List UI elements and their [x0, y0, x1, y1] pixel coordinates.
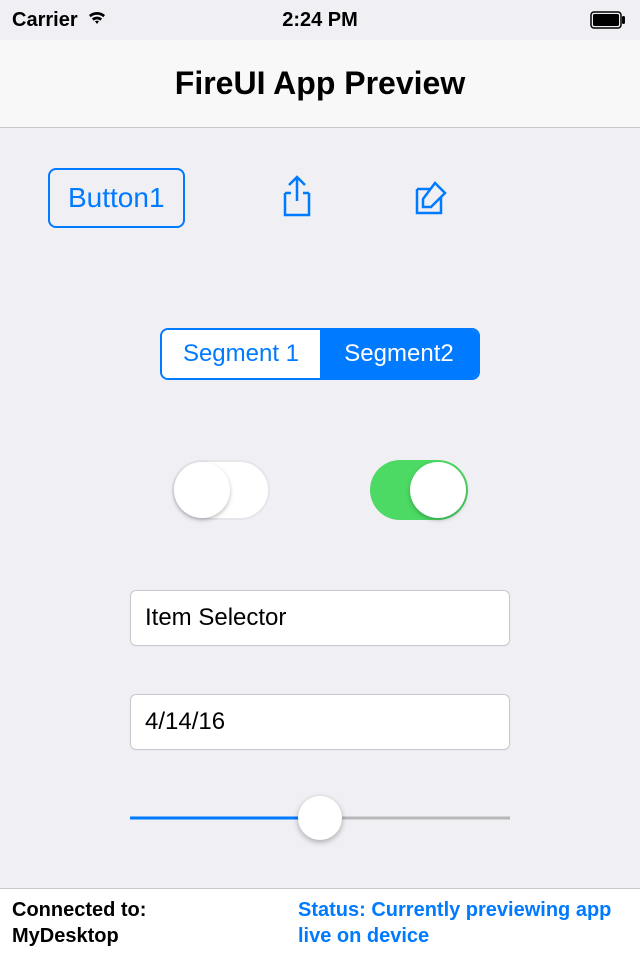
date-value: 4/14/16: [145, 708, 225, 736]
preview-status: Status: Currently previewing app live on…: [298, 897, 628, 952]
item-selector-field[interactable]: Item Selector: [130, 590, 510, 646]
segment-1[interactable]: Segment2: [320, 330, 478, 378]
carrier-label: Carrier: [12, 9, 78, 32]
compose-button[interactable]: [409, 176, 453, 220]
connected-label: Connected to:: [12, 899, 146, 921]
wifi-icon: [86, 8, 108, 32]
slider[interactable]: [130, 798, 510, 838]
switch-knob: [410, 462, 466, 518]
navigation-bar: FireUI App Preview: [0, 40, 640, 128]
share-icon: [277, 173, 317, 224]
content-area: Button1 Segment 1: [0, 128, 640, 838]
item-selector-label: Item Selector: [145, 604, 286, 632]
slider-thumb[interactable]: [298, 796, 342, 840]
toolbar-row: Button1: [48, 168, 592, 228]
status-time: 2:24 PM: [282, 9, 358, 32]
switch-left[interactable]: [172, 460, 270, 520]
page-title: FireUI App Preview: [175, 65, 465, 102]
switch-row: [48, 460, 592, 520]
switch-knob: [174, 462, 230, 518]
segment-0[interactable]: Segment 1: [162, 330, 320, 378]
status-left: Carrier: [12, 8, 108, 32]
button1[interactable]: Button1: [48, 168, 185, 228]
connection-status: Connected to: MyDesktop: [12, 897, 146, 952]
footer-bar: Connected to: MyDesktop Status: Currentl…: [0, 888, 640, 960]
battery-icon: [590, 11, 628, 29]
segmented-control[interactable]: Segment 1 Segment2: [160, 328, 480, 380]
status-bar: Carrier 2:24 PM: [0, 0, 640, 40]
date-field[interactable]: 4/14/16: [130, 694, 510, 750]
connected-host: MyDesktop: [12, 925, 119, 947]
switch-right[interactable]: [370, 460, 468, 520]
slider-track-fill: [130, 817, 320, 820]
share-button[interactable]: [275, 176, 319, 220]
compose-icon: [409, 175, 453, 222]
